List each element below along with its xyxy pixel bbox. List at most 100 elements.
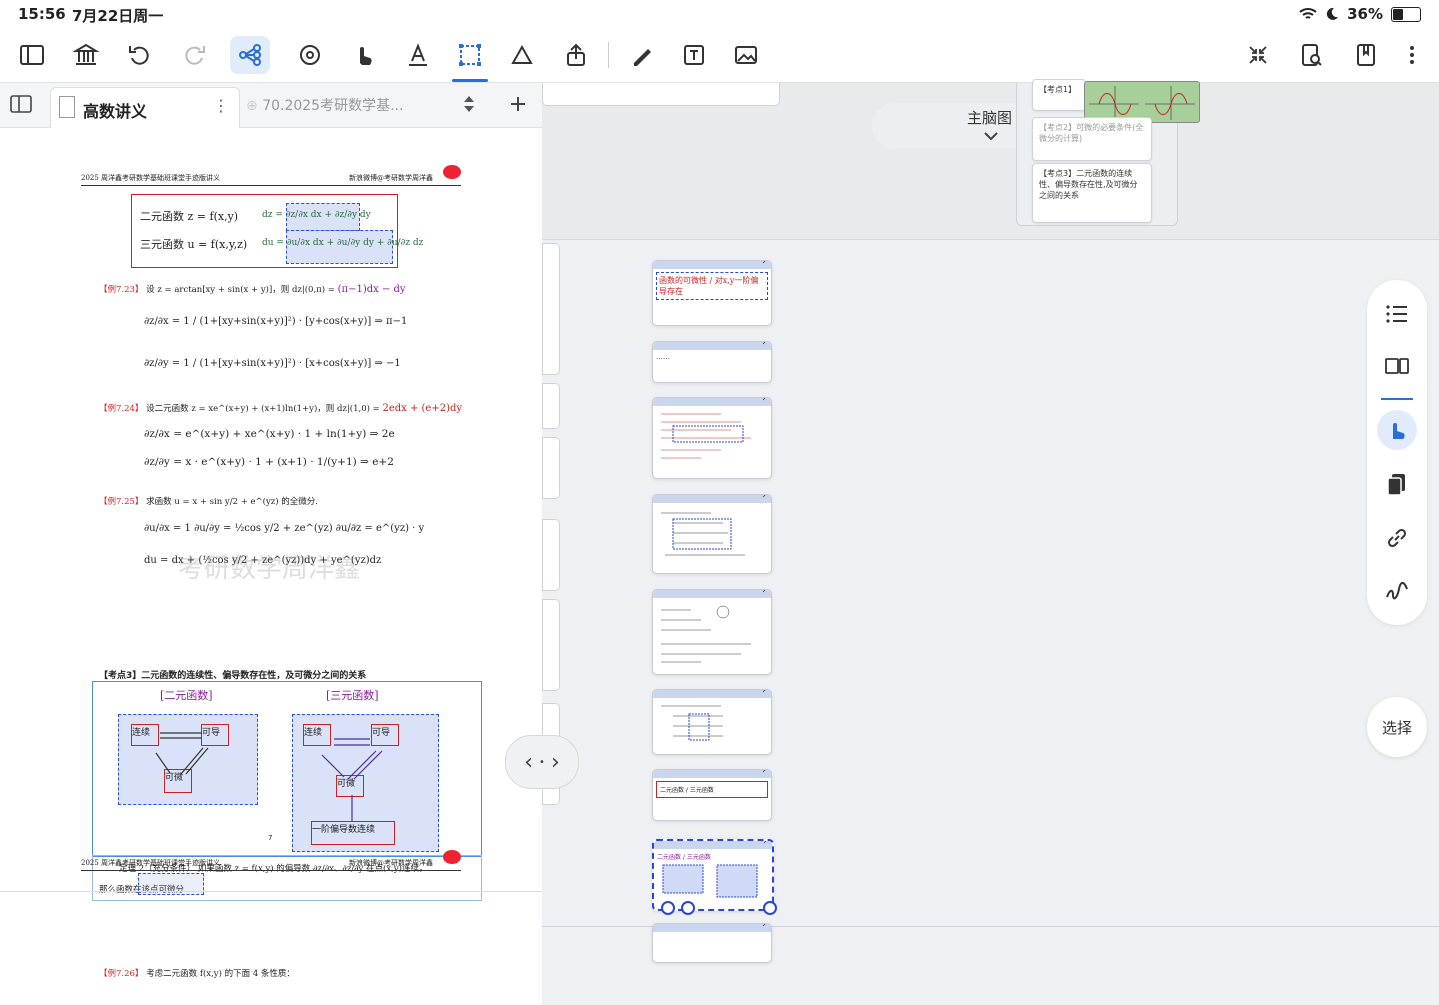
example-7-23-line2: ∂z/∂y = 1 / (1+[xy+sin(x+y)]²) · [x+cos(… — [144, 358, 401, 369]
thumbnail-2-text: …… — [656, 353, 670, 361]
example-7-23-text: 设 z = arctan[xy + sin(x + y)]，则 dz|(0,π)… — [146, 285, 335, 295]
tab-more-icon[interactable]: ⋮ — [213, 96, 229, 115]
example-7-25-text: 求函数 u = x + sin y/2 + e^(yz) 的全微分. — [146, 497, 318, 507]
example-7-23-line1: ∂z/∂x = 1 / (1+[xy+sin(x+y)]²) · [y+cos(… — [144, 316, 408, 327]
mindmap-thumbnail-9[interactable] — [652, 923, 772, 963]
mindmap-thumbnail-8-selected[interactable]: 二元函数 / 三元函数 — [652, 839, 774, 911]
sidebar-toggle-icon[interactable] — [12, 36, 52, 74]
thumbnail-4-sketch — [661, 512, 745, 556]
chevron-down-icon[interactable] — [983, 131, 999, 141]
mindmap-node-partial[interactable] — [542, 83, 780, 106]
thumbnail-header — [653, 261, 771, 269]
left-diagram-arrows — [155, 732, 209, 775]
card-kaodian-1[interactable]: 【考点1】 — [1032, 79, 1086, 111]
chevron-right-icon[interactable]: › — [551, 750, 560, 775]
mindmap-thumbnail-7[interactable]: 二元函数 / 三元函数 — [652, 769, 772, 821]
link-icon[interactable] — [1381, 522, 1413, 554]
thumbnail-1-body: 函数的可微性 / 对x,y一阶偏导存在 — [653, 269, 771, 303]
mindmap-thumbnail-5[interactable] — [652, 589, 772, 675]
example-7-23: 【例7.23】 设 z = arctan[xy + sin(x + y)]，则 … — [99, 283, 406, 295]
settings-scan-icon[interactable] — [290, 36, 330, 74]
example-7-24-text: 设二元函数 z = xe^(x+y) + (x+1)ln(1+y)，则 dz|(… — [146, 404, 380, 414]
split-view-icon[interactable] — [10, 95, 32, 113]
example-7-24-line1: ∂z/∂x = e^(x+y) + xe^(x+y) · 1 + ln(1+y)… — [144, 428, 395, 440]
mindmap-thumbnail-4[interactable] — [652, 494, 772, 574]
copy-pages-icon[interactable] — [1381, 468, 1413, 500]
box-line1: 二元函数 z = f(x,y) — [140, 210, 239, 223]
box-line2: 三元函数 u = f(x,y,z) — [140, 238, 248, 251]
outline-list-icon[interactable] — [1381, 298, 1413, 330]
tab-other[interactable]: ⊕ 70.2025考研数学基... — [246, 95, 403, 115]
thumbnail-header — [653, 495, 771, 503]
selection-handle-left[interactable] — [661, 901, 675, 915]
toolbar-divider — [608, 42, 609, 68]
chevron-left-icon[interactable]: ‹ — [524, 750, 533, 775]
image-icon[interactable] — [726, 36, 766, 74]
card-kaodian-3[interactable]: 【考点3】二元函数的连续性、偏导数存在性,及可微分之间的关系 — [1032, 163, 1152, 223]
main-toolbar — [0, 28, 1439, 83]
mindmap-thumbnail-3[interactable] — [652, 397, 772, 479]
card-kaodian-1-label: 【考点1】 — [1039, 85, 1077, 94]
status-right: 36% — [1299, 5, 1421, 23]
mindmap-canvas[interactable]: 主脑图 【考点1】 【考点2】可微的必要条件(全微分的计算) 【考点3】二元函数… — [542, 79, 1439, 1005]
example-7-23-answer: (π−1)dx − dy — [337, 284, 406, 295]
freehand-curve-icon[interactable] — [1381, 574, 1413, 606]
partial-node-5[interactable] — [542, 599, 560, 691]
undo-icon[interactable] — [120, 36, 160, 74]
tab-label: 高数讲义 — [83, 102, 148, 121]
right-partial-continuous-box: 一阶偏导数连续 — [311, 821, 395, 845]
card-kaodian-2[interactable]: 【考点2】可微的必要条件(全微分的计算) — [1032, 117, 1152, 161]
partial-node-4[interactable] — [542, 519, 560, 591]
thumbnail-header — [653, 770, 771, 778]
textbox-icon[interactable] — [674, 36, 714, 74]
bookmark-icon[interactable] — [1346, 36, 1386, 74]
text-highlight-icon[interactable] — [398, 36, 438, 74]
lasso-select-icon[interactable] — [450, 36, 490, 82]
thumbnail-header — [653, 398, 771, 406]
selection-handle-mid[interactable] — [681, 901, 695, 915]
collapse-icon[interactable] — [1238, 36, 1278, 74]
right-partial-continuous-label: 一阶偏导数连续 — [312, 825, 376, 835]
pdf-page: 2025 周洋鑫考研数学基础班课堂手迹版讲义 新浪微博@考研数学周洋鑫 二元函数… — [68, 158, 482, 901]
more-vertical-icon[interactable] — [1392, 36, 1432, 74]
thumbnail-header — [653, 690, 771, 698]
mindmap-thumbnail-1[interactable]: 函数的可微性 / 对x,y一阶偏导存在 — [652, 260, 772, 326]
thumbnail-2-body: …… — [653, 350, 771, 364]
partial-node-3[interactable] — [542, 437, 560, 499]
hand-icon[interactable] — [344, 36, 384, 74]
tab-other-label: 70.2025考研数学基... — [262, 98, 404, 114]
mindmap-thumbnail-6[interactable] — [652, 689, 772, 755]
mindmap-thumbnail-2[interactable]: …… — [652, 341, 772, 383]
search-document-icon[interactable] — [1291, 36, 1331, 74]
mindmap-title[interactable]: 主脑图 — [967, 107, 1012, 128]
card-kaodian-2-label: 【考点2】可微的必要条件(全微分的计算) — [1039, 123, 1144, 143]
select-button-label: 选择 — [1381, 718, 1412, 737]
example-7-24-label: 【例7.24】 — [99, 404, 144, 414]
document-thumbnail-icon — [59, 96, 75, 118]
pen-icon[interactable] — [622, 36, 662, 74]
tab-lecture-notes[interactable]: 高数讲义 ⋮ — [50, 87, 240, 128]
partial-node-2[interactable] — [542, 383, 560, 429]
shape-icon[interactable] — [502, 36, 542, 74]
layout-icon[interactable] — [1381, 350, 1413, 382]
library-icon[interactable] — [66, 36, 106, 74]
select-button[interactable]: 选择 — [1367, 697, 1427, 757]
add-tab-icon[interactable] — [509, 95, 527, 113]
kaodian-3-heading: 【考点3】二元函数的连续性、偏导数存在性，及可微分之间的关系 — [99, 671, 367, 681]
mindmap-icon[interactable] — [230, 36, 270, 74]
selection-handle-right[interactable] — [763, 901, 777, 915]
redo-icon[interactable] — [174, 36, 214, 74]
share-icon[interactable] — [556, 36, 596, 74]
thumbnail-5-sketch — [661, 605, 751, 663]
weibo-logo-icon-2 — [443, 850, 461, 864]
thumbnail-6-sketch — [661, 705, 723, 741]
example-7-26-text: 考虑二元函数 f(x,y) 的下面 4 条性质： — [146, 969, 295, 979]
battery-percent: 36% — [1347, 5, 1383, 23]
partial-node-1[interactable] — [542, 243, 560, 375]
page-nav-button[interactable]: ‹ • › — [505, 735, 579, 789]
hand-pointer-icon[interactable] — [1377, 410, 1417, 450]
sort-icon[interactable] — [462, 95, 476, 113]
document-tabs: 高数讲义 ⋮ ⊕ 70.2025考研数学基... — [0, 83, 542, 128]
example-7-24-line2: ∂z/∂y = x · e^(x+y) · 1 + (x+1) · 1/(y+1… — [144, 456, 394, 468]
page-header: 2025 周洋鑫考研数学基础班课堂手迹版讲义 新浪微博@考研数学周洋鑫 — [81, 165, 461, 186]
